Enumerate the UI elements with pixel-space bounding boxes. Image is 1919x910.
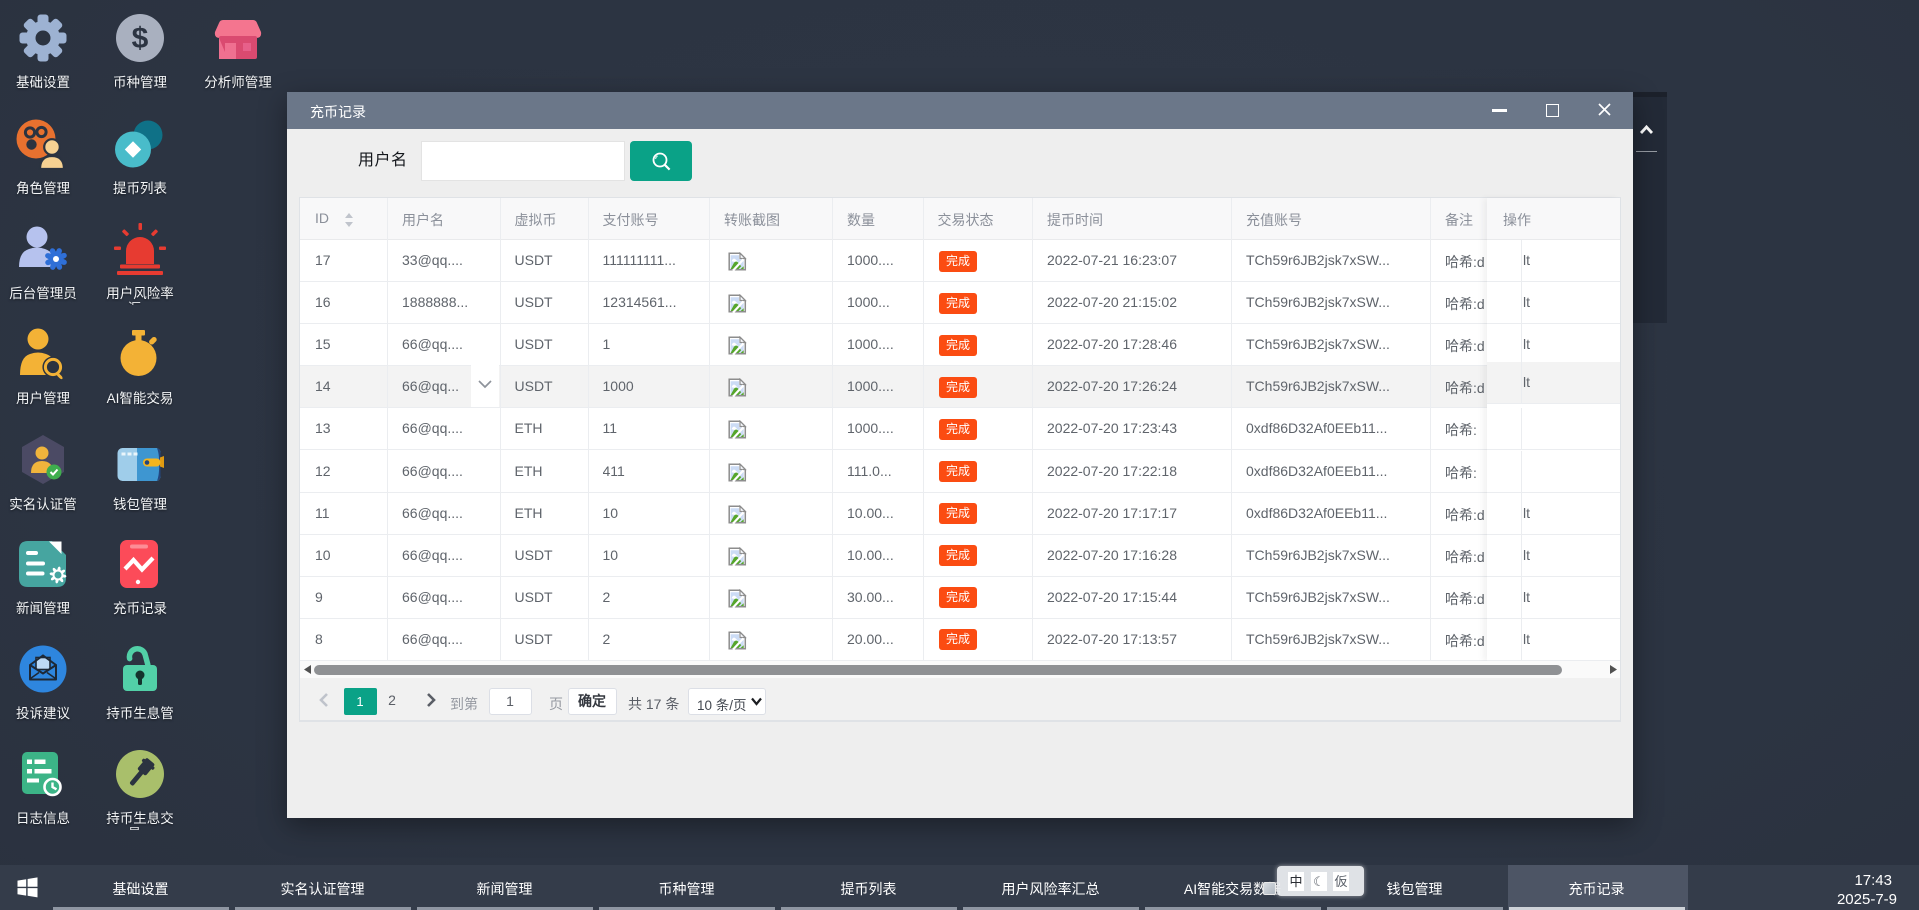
svg-text:$: $ [132,22,149,55]
